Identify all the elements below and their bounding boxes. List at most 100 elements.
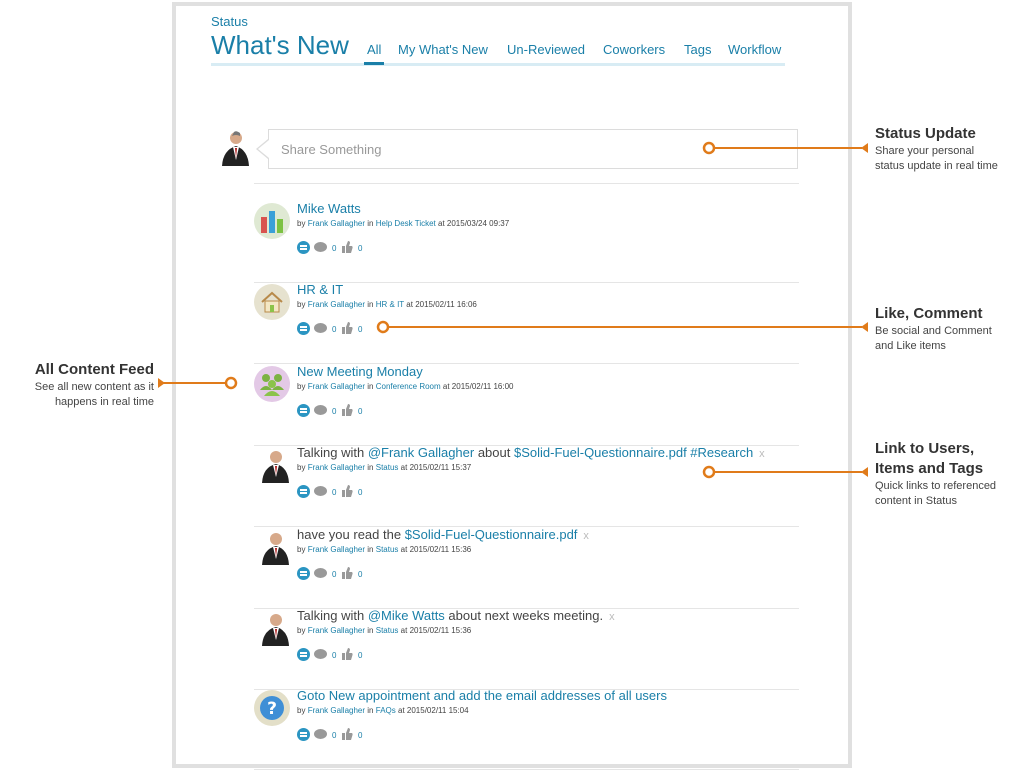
feed-item-meta: by Frank Gallagher in Status at 2015/02/… [297,545,472,554]
tab-coworkers[interactable]: Coworkers [603,42,665,57]
feed-item-meta: by Frank Gallagher in Status at 2015/02/… [297,626,472,635]
comment-count: 0 [332,570,337,579]
house-icon [254,284,290,320]
feed-item-meta: by Frank Gallagher in HR & IT at 2015/02… [297,300,477,309]
like-icon[interactable] [341,485,353,497]
details-icon[interactable] [297,322,310,335]
location-link[interactable]: Help Desk Ticket [376,219,436,228]
share-input[interactable] [269,130,797,168]
location-link[interactable]: Status [376,463,399,472]
feed-item-title[interactable]: Mike Watts [297,201,361,216]
feed-item: ? Goto New appointment and add the email… [254,688,799,770]
like-icon[interactable] [341,322,353,334]
share-box-pointer-inner [258,140,269,158]
feed-item-meta: by Frank Gallagher in Status at 2015/02/… [297,463,472,472]
feed-item-meta: by Frank Gallagher in Conference Room at… [297,382,514,391]
comment-count: 0 [332,731,337,740]
callout-all-content-title: All Content Feed [34,361,154,378]
remove-button[interactable]: x [759,448,765,460]
like-count: 0 [358,488,363,497]
details-icon[interactable] [297,485,310,498]
like-count: 0 [358,651,363,660]
comment-count: 0 [332,651,337,660]
callout-like-comment-title: Like, Comment [875,305,983,322]
svg-text:?: ? [267,699,277,719]
author-link[interactable]: Frank Gallagher [308,706,365,715]
location-link[interactable]: Conference Room [376,382,441,391]
like-count: 0 [358,570,363,579]
feed-item-title[interactable]: Goto New appointment and add the email a… [297,688,667,703]
like-icon[interactable] [341,404,353,416]
callout-like-comment-desc-2: and Like items [875,340,946,352]
callout-status-update-desc-1: Share your personal [875,145,975,157]
group-icon [254,366,290,402]
comment-icon[interactable] [314,568,327,579]
feed-item: have you read the $Solid-Fuel-Questionna… [254,527,799,609]
callout-status-update-desc-2: status update in real time [875,160,998,172]
callout-link-users-title-1: Link to Users, [875,440,975,457]
page-title: What's New [211,30,349,60]
callout-link-users-desc-2: content in Status [875,495,957,507]
chart-icon [254,203,290,239]
tab-tags[interactable]: Tags [684,42,711,57]
like-icon[interactable] [341,648,353,660]
user-mention-link[interactable]: @Mike Watts [368,608,445,623]
location-link[interactable]: FAQs [376,706,396,715]
author-link[interactable]: Frank Gallagher [308,626,365,635]
author-link[interactable]: Frank Gallagher [308,300,365,309]
feed-item-title[interactable]: HR & IT [297,282,343,297]
feed-item-title[interactable]: New Meeting Monday [297,364,423,379]
tab-my-whats-new[interactable]: My What's New [398,42,488,57]
like-icon[interactable] [341,241,353,253]
location-link[interactable]: Status [376,545,399,554]
details-icon[interactable] [297,241,310,254]
callout-all-content-desc-1: See all new content as it [34,381,154,393]
details-icon[interactable] [297,404,310,417]
active-tab-indicator [364,62,384,65]
comment-icon[interactable] [314,649,327,660]
author-link[interactable]: Frank Gallagher [308,463,365,472]
comment-count: 0 [332,244,337,253]
location-link[interactable]: HR & IT [376,300,404,309]
item-tag-link[interactable]: $Solid-Fuel-Questionnaire.pdf #Research [514,445,753,460]
tab-bar-divider [211,63,785,66]
comment-icon[interactable] [314,242,327,253]
remove-button[interactable]: x [583,530,589,542]
comment-count: 0 [332,407,337,416]
tab-all[interactable]: All [367,42,381,57]
feed-item-meta: by Frank Gallagher in Help Desk Ticket a… [297,219,510,228]
comment-icon[interactable] [314,323,327,334]
current-user-avatar [222,131,249,166]
feed-item-title: Talking with @Frank Gallagher about $Sol… [297,445,765,460]
share-box [268,129,798,169]
like-icon[interactable] [341,728,353,740]
item-link[interactable]: $Solid-Fuel-Questionnaire.pdf [405,527,578,542]
feed-item: HR & IT by Frank Gallagher in HR & IT at… [254,282,799,364]
comment-icon[interactable] [314,405,327,416]
comment-icon[interactable] [314,729,327,740]
details-icon[interactable] [297,567,310,580]
person-avatar [262,451,289,483]
divider [254,183,799,184]
author-link[interactable]: Frank Gallagher [308,382,365,391]
author-link[interactable]: Frank Gallagher [308,219,365,228]
feed-item-title: have you read the $Solid-Fuel-Questionna… [297,527,589,542]
location-link[interactable]: Status [376,626,399,635]
like-count: 0 [358,731,363,740]
user-mention-link[interactable]: @Frank Gallagher [368,445,474,460]
feed-item: New Meeting Monday by Frank Gallagher in… [254,364,799,446]
comment-icon[interactable] [314,486,327,497]
callout-all-content-desc-2: happens in real time [54,396,154,408]
tab-workflow[interactable]: Workflow [728,42,781,57]
callout-link-users-title-2: Items and Tags [875,460,984,477]
author-link[interactable]: Frank Gallagher [308,545,365,554]
feed-item-meta: by Frank Gallagher in FAQs at 2015/02/11… [297,706,469,715]
details-icon[interactable] [297,648,310,661]
feed-item: Mike Watts by Frank Gallagher in Help De… [254,201,799,283]
like-count: 0 [358,407,363,416]
remove-button[interactable]: x [609,611,615,623]
details-icon[interactable] [297,728,310,741]
question-icon: ? [254,690,290,726]
like-icon[interactable] [341,567,353,579]
tab-un-reviewed[interactable]: Un-Reviewed [507,42,585,57]
